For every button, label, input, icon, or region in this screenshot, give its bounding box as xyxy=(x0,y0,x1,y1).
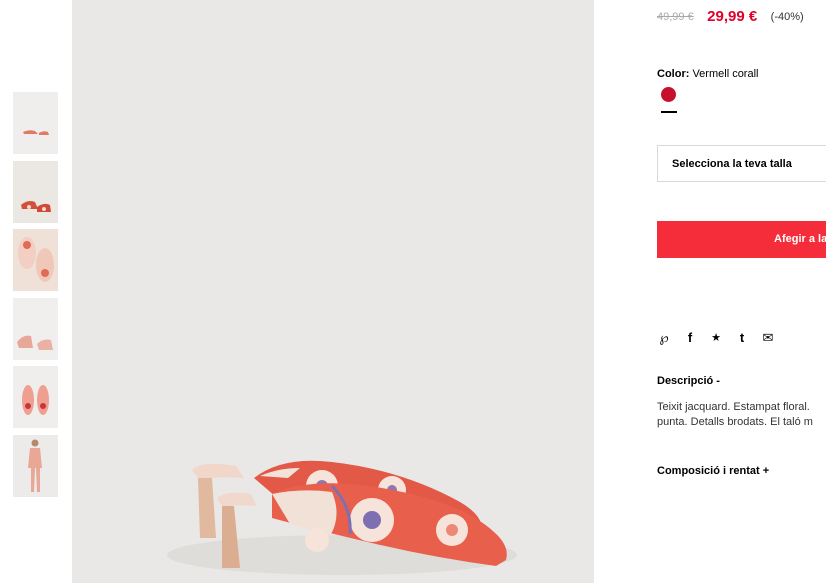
description-text: Teixit jacquard. Estampat floral. punta.… xyxy=(657,400,826,430)
facebook-icon[interactable]: f xyxy=(683,330,697,346)
twitter-icon[interactable]: ★ xyxy=(709,330,723,346)
add-to-cart-label: Afegir a la xyxy=(774,233,826,245)
thumbnail-shoes-front-image xyxy=(13,366,58,428)
thumbnail-4[interactable] xyxy=(13,297,58,360)
sale-price: 29,99 € xyxy=(707,8,758,26)
thumbnail-shoes-side-image xyxy=(13,92,58,154)
color-value: Vermell corall xyxy=(692,68,759,80)
thumbnail-gallery xyxy=(13,92,58,503)
email-icon[interactable]: ✉ xyxy=(761,330,775,346)
description-line-1: Teixit jacquard. Estampat floral. xyxy=(657,401,810,413)
thumbnail-2[interactable] xyxy=(13,160,58,223)
thumbnail-model-image xyxy=(13,434,58,497)
description-line-2: punta. Detalls brodats. El taló m xyxy=(657,416,813,428)
original-price: 49,99 € xyxy=(657,10,694,23)
selected-swatch-indicator xyxy=(661,111,677,113)
thumbnail-shoes-back-image xyxy=(13,297,58,360)
thumbnail-5[interactable] xyxy=(13,366,58,428)
price-row: 49,99 € 29,99 € (-40%) xyxy=(657,8,804,26)
description-toggle[interactable]: Descripció - xyxy=(657,375,720,387)
tumblr-icon[interactable]: t xyxy=(735,330,749,346)
main-product-image xyxy=(72,0,594,583)
add-to-cart-button[interactable]: Afegir a la xyxy=(657,221,826,258)
product-info-panel: 49,99 € 29,99 € (-40%) Color: Vermell co… xyxy=(657,0,826,583)
composition-toggle[interactable]: Composició i rentat + xyxy=(657,465,769,477)
thumbnail-6[interactable] xyxy=(13,434,58,497)
color-swatch-red[interactable] xyxy=(661,87,676,102)
color-label-row: Color: Vermell corall xyxy=(657,68,758,80)
color-label: Color: xyxy=(657,68,690,80)
thumbnail-3[interactable] xyxy=(13,229,58,291)
shoe-mules-illustration xyxy=(72,0,594,583)
discount-badge: (-40%) xyxy=(770,10,804,23)
size-select[interactable]: Selecciona la teva talla xyxy=(657,145,826,182)
thumbnail-1[interactable] xyxy=(13,92,58,154)
thumbnail-shoes-pair-image xyxy=(13,160,58,223)
thumbnail-shoes-top-image xyxy=(13,229,58,291)
pinterest-icon[interactable]: ℘ xyxy=(657,330,671,346)
